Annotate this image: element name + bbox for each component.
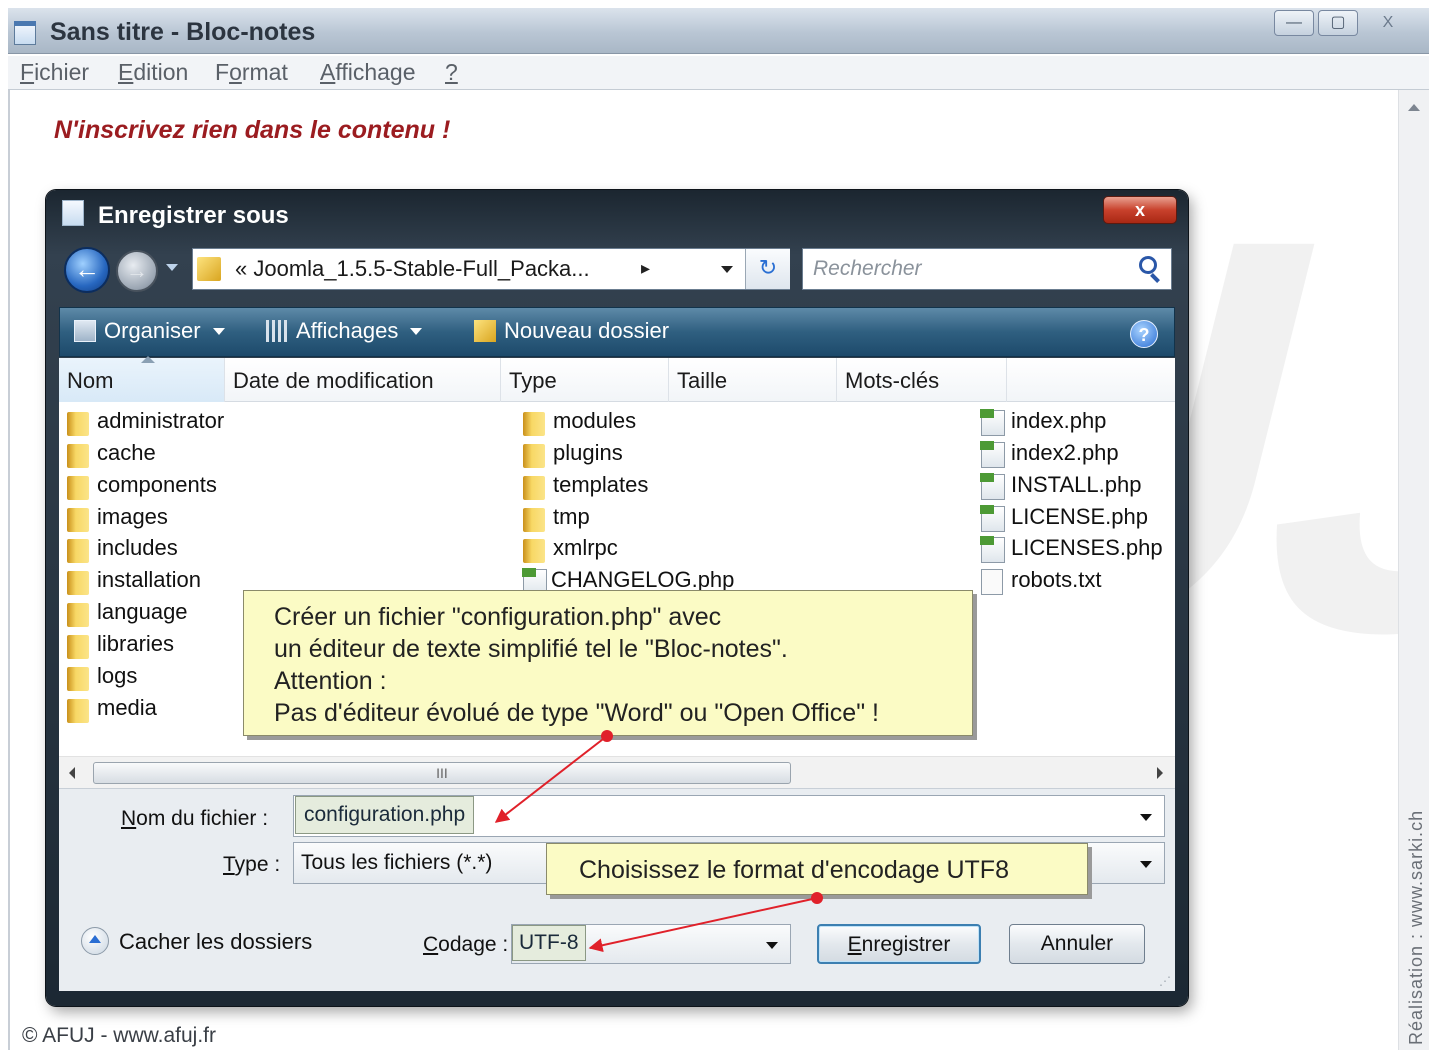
folder-icon — [67, 412, 89, 436]
hide-folders-button[interactable]: Cacher les dossiers — [81, 927, 312, 955]
save-button[interactable]: Enregistrer — [817, 924, 981, 964]
filename-value[interactable]: configuration.php — [295, 796, 475, 834]
menu-help[interactable]: ? — [445, 59, 458, 86]
new-folder-icon — [474, 320, 496, 342]
php-file-icon — [980, 441, 1005, 468]
text-file-icon — [981, 569, 1003, 595]
back-arrow-icon[interactable]: ← — [64, 247, 110, 293]
folder-icon — [523, 412, 545, 436]
folder-icon — [523, 508, 545, 532]
organiser-button[interactable]: Organiser — [74, 318, 225, 344]
type-label: Type : — [223, 853, 281, 876]
folder-icon — [67, 444, 89, 468]
php-file-icon — [980, 409, 1005, 436]
folder-icon — [67, 508, 89, 532]
scroll-thumb[interactable]: III — [93, 762, 791, 784]
address-dropdown-icon[interactable] — [721, 266, 733, 273]
scroll-up-icon[interactable] — [1408, 104, 1420, 111]
refresh-icon[interactable]: ↻ — [745, 249, 790, 289]
notepad-note: N'inscrivez rien dans le contenu ! — [54, 116, 451, 144]
scroll-right-icon[interactable] — [1157, 767, 1163, 779]
chevron-down-icon[interactable] — [766, 942, 778, 949]
address-bar[interactable]: « Joomla_1.5.5-Stable-Full_Packa... ▸ ↻ — [192, 248, 790, 290]
encoding-value[interactable]: UTF-8 — [512, 925, 586, 961]
collapse-up-icon — [81, 927, 109, 955]
search-placeholder: Rechercher — [813, 257, 922, 280]
help-icon[interactable]: ? — [1130, 320, 1158, 348]
folder-icon — [67, 635, 89, 659]
folder-icon — [67, 539, 89, 563]
notepad-border — [8, 90, 10, 1050]
sort-arrow-icon — [141, 356, 155, 363]
chevron-down-icon — [410, 328, 423, 335]
menu-format[interactable]: Format — [215, 59, 288, 86]
column-type[interactable]: Type — [501, 358, 669, 402]
folder-icon — [523, 539, 545, 563]
filename-label: Nom du fichier : — [121, 807, 269, 830]
folder-icon — [197, 257, 221, 281]
horizontal-scrollbar[interactable]: III — [59, 756, 1175, 788]
resize-grip-icon[interactable]: ⋰ — [1159, 974, 1171, 988]
callout-line: Créer un fichier "configuration.php" ave… — [274, 603, 722, 631]
close-button[interactable]: X — [1364, 10, 1412, 36]
cancel-button[interactable]: Annuler — [1009, 924, 1145, 964]
column-keywords[interactable]: Mots-clés — [837, 358, 1007, 402]
column-headers: Nom Date de modification Type Taille Mot… — [59, 356, 1175, 402]
breadcrumb-arrow-icon[interactable]: ▸ — [641, 258, 650, 279]
maximize-button[interactable]: ▢ — [1318, 10, 1358, 36]
callout-line: Attention : — [274, 667, 387, 695]
notepad-titlebar: Sans titre - Bloc-notes — ▢ X — [8, 8, 1429, 54]
forward-arrow-icon[interactable]: → — [116, 250, 158, 292]
php-file-icon — [980, 536, 1005, 563]
dialog-notepad-icon — [62, 200, 84, 226]
notepad-title: Sans titre - Bloc-notes — [50, 18, 316, 46]
column-name[interactable]: Nom — [59, 356, 225, 402]
affichages-button[interactable]: Affichages — [266, 318, 423, 344]
organise-icon — [74, 320, 96, 342]
notepad-menubar: Fichier Edition Format Affichage ? — [8, 56, 1429, 90]
chevron-down-icon[interactable] — [1140, 861, 1152, 868]
menu-edition[interactable]: Edition — [118, 59, 188, 86]
new-folder-button[interactable]: Nouveau dossier — [474, 318, 669, 344]
callout-line: Choisissez le format d'encodage UTF8 — [579, 856, 1009, 884]
scroll-left-icon[interactable] — [69, 767, 75, 779]
folder-icon — [523, 476, 545, 500]
dialog-title: Enregistrer sous — [98, 202, 289, 229]
folder-icon — [523, 444, 545, 468]
dialog-close-button[interactable]: x — [1103, 196, 1177, 224]
encoding-label: Codage : — [423, 933, 509, 956]
address-breadcrumb[interactable]: « Joomla_1.5.5-Stable-Full_Packa... — [235, 256, 590, 282]
folder-icon — [67, 603, 89, 627]
dialog-toolbar: Organiser Affichages Nouveau dossier ? — [59, 307, 1175, 357]
column-size[interactable]: Taille — [669, 358, 837, 402]
folder-icon — [67, 571, 89, 595]
chevron-down-icon[interactable] — [1140, 814, 1152, 821]
minimize-button[interactable]: — — [1274, 10, 1314, 36]
column-date[interactable]: Date de modification — [225, 358, 501, 402]
encoding-callout: Choisissez le format d'encodage UTF8 — [546, 843, 1088, 895]
php-file-icon — [980, 473, 1005, 500]
search-input[interactable]: Rechercher — [802, 248, 1172, 290]
copyright-text: © AFUJ - www.afuj.fr — [22, 1024, 217, 1047]
menu-fichier[interactable]: Fichier — [20, 59, 89, 86]
menu-affichage[interactable]: Affichage — [320, 59, 415, 86]
chevron-down-icon — [212, 328, 225, 335]
history-dropdown-icon[interactable] — [166, 264, 178, 271]
views-icon — [266, 320, 288, 342]
callout-line: un éditeur de texte simplifié tel le "Bl… — [274, 635, 788, 663]
notepad-icon — [14, 21, 36, 45]
search-icon[interactable] — [1139, 256, 1157, 274]
folder-icon — [67, 699, 89, 723]
folder-icon — [67, 667, 89, 691]
instruction-callout: Créer un fichier "configuration.php" ave… — [243, 590, 973, 736]
folder-icon — [67, 476, 89, 500]
type-value: Tous les fichiers (*.*) — [301, 851, 493, 874]
php-file-icon — [980, 505, 1005, 532]
credit-text: Réalisation : www.sarki.ch — [1406, 809, 1426, 1045]
callout-line: Pas d'éditeur évolué de type "Word" ou "… — [274, 699, 879, 727]
